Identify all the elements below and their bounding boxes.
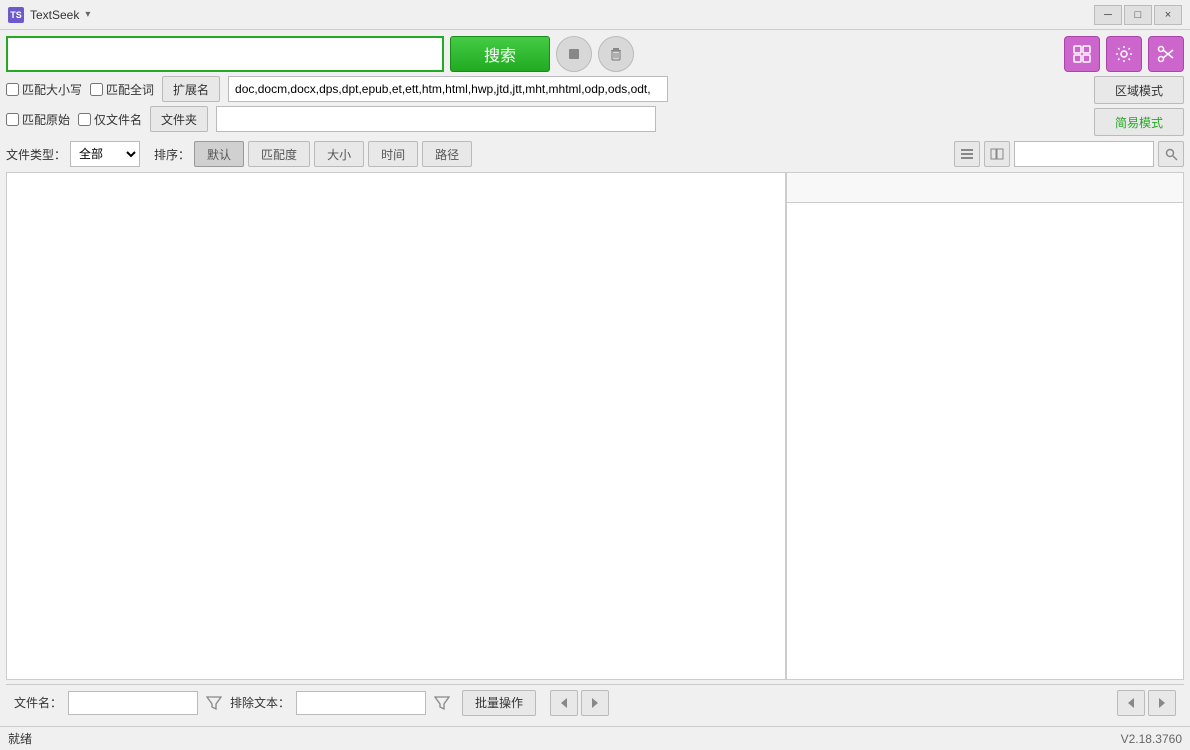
- trash-icon: [608, 46, 624, 62]
- folder-button[interactable]: 文件夹: [150, 106, 208, 132]
- funnel-icon-2: [434, 695, 450, 711]
- batch-op-button[interactable]: 批量操作: [462, 690, 536, 716]
- folder-input[interactable]: [216, 106, 656, 132]
- minimize-button[interactable]: ─: [1094, 5, 1122, 25]
- mode-buttons: 区域模式 简易模式: [1094, 76, 1184, 136]
- search-icon: [1165, 148, 1178, 161]
- search-input[interactable]: [6, 36, 444, 72]
- app-title: TextSeek: [30, 8, 79, 22]
- view-list-button[interactable]: [954, 141, 980, 167]
- exclude-label: 排除文本：: [230, 694, 290, 711]
- list-view-icon: [960, 147, 974, 161]
- close-button[interactable]: ×: [1154, 5, 1182, 25]
- stop-icon: [566, 46, 582, 62]
- right-next-button[interactable]: [1148, 690, 1176, 716]
- region-icon-button[interactable]: [1064, 36, 1100, 72]
- match-whole-checkbox[interactable]: [90, 83, 103, 96]
- split-area: [6, 172, 1184, 680]
- content-search-button[interactable]: [1158, 141, 1184, 167]
- left-arrow-icon: [558, 697, 570, 709]
- scissors-icon-button[interactable]: [1148, 36, 1184, 72]
- left-nav-buttons: [550, 690, 609, 716]
- gear-icon: [1114, 44, 1134, 64]
- options-area: 匹配大小写 匹配全词 扩展名 匹配原始 仅文件名 文件夹: [6, 76, 1184, 136]
- sort-time-button[interactable]: 时间: [368, 141, 418, 167]
- sort-label: 排序：: [154, 146, 190, 163]
- sort-size-button[interactable]: 大小: [314, 141, 364, 167]
- search-button[interactable]: 搜索: [450, 36, 550, 72]
- region-icon: [1072, 44, 1092, 64]
- restore-button[interactable]: □: [1124, 5, 1152, 25]
- right-panel-top: [787, 173, 1183, 203]
- right-panel: [787, 173, 1183, 679]
- options-column: 匹配大小写 匹配全词 扩展名 匹配原始 仅文件名 文件夹: [6, 76, 1088, 132]
- detail-view-icon: [990, 147, 1004, 161]
- stop-button[interactable]: [556, 36, 592, 72]
- version-text: V2.18.3760: [1121, 732, 1182, 746]
- main-content: 搜索: [0, 30, 1190, 726]
- right-panel-main: [787, 203, 1183, 679]
- filter-row: 文件类型： 全部 文档 图片 音频 视频 其他 排序： 默认 匹配度 大小 时间…: [6, 140, 1184, 168]
- match-case-label[interactable]: 匹配大小写: [6, 81, 82, 98]
- sort-match-button[interactable]: 匹配度: [248, 141, 310, 167]
- filename-filter-icon[interactable]: [204, 693, 224, 713]
- extensions-button[interactable]: 扩展名: [162, 76, 220, 102]
- scissors-icon: [1156, 44, 1176, 64]
- right-nav-buttons: [1117, 690, 1176, 716]
- match-original-label[interactable]: 匹配原始: [6, 111, 70, 128]
- match-original-checkbox[interactable]: [6, 113, 19, 126]
- match-case-checkbox[interactable]: [6, 83, 19, 96]
- exclude-input[interactable]: [296, 691, 426, 715]
- prev-page-button[interactable]: [550, 690, 578, 716]
- next-page-button[interactable]: [581, 690, 609, 716]
- right-prev-button[interactable]: [1117, 690, 1145, 716]
- file-type-label: 文件类型：: [6, 146, 66, 163]
- match-whole-label[interactable]: 匹配全词: [90, 81, 154, 98]
- sort-default-button[interactable]: 默认: [194, 141, 244, 167]
- options-row-1: 匹配大小写 匹配全词 扩展名: [6, 76, 1088, 102]
- content-search-input[interactable]: [1014, 141, 1154, 167]
- right-arrow-icon-2: [1156, 697, 1168, 709]
- extensions-input[interactable]: [228, 76, 668, 102]
- status-bar: 就绪 V2.18.3760: [0, 726, 1190, 750]
- clear-button[interactable]: [598, 36, 634, 72]
- titlebar: TS TextSeek ▾ ─ □ ×: [0, 0, 1190, 30]
- status-text: 就绪: [8, 730, 32, 747]
- file-only-label[interactable]: 仅文件名: [78, 111, 142, 128]
- titlebar-left: TS TextSeek ▾: [8, 7, 90, 23]
- right-arrow-icon: [589, 697, 601, 709]
- funnel-icon: [206, 695, 222, 711]
- filename-label: 文件名：: [14, 694, 62, 711]
- left-arrow-icon-2: [1125, 697, 1137, 709]
- bottom-bar: 文件名： 排除文本： 批量操作: [6, 684, 1184, 720]
- search-row: 搜索: [6, 36, 1184, 72]
- region-mode-button[interactable]: 区域模式: [1094, 76, 1184, 104]
- view-detail-button[interactable]: [984, 141, 1010, 167]
- right-filter: [954, 141, 1184, 167]
- title-dropdown-arrow[interactable]: ▾: [85, 9, 90, 20]
- settings-icon-button[interactable]: [1106, 36, 1142, 72]
- filename-input[interactable]: [68, 691, 198, 715]
- left-panel: [7, 173, 787, 679]
- exclude-filter-icon[interactable]: [432, 693, 452, 713]
- file-type-select[interactable]: 全部 文档 图片 音频 视频 其他: [70, 141, 140, 167]
- window-controls: ─ □ ×: [1094, 5, 1182, 25]
- options-row-2: 匹配原始 仅文件名 文件夹: [6, 106, 1088, 132]
- app-logo: TS: [8, 7, 24, 23]
- simple-mode-button[interactable]: 简易模式: [1094, 108, 1184, 136]
- file-only-checkbox[interactable]: [78, 113, 91, 126]
- sort-path-button[interactable]: 路径: [422, 141, 472, 167]
